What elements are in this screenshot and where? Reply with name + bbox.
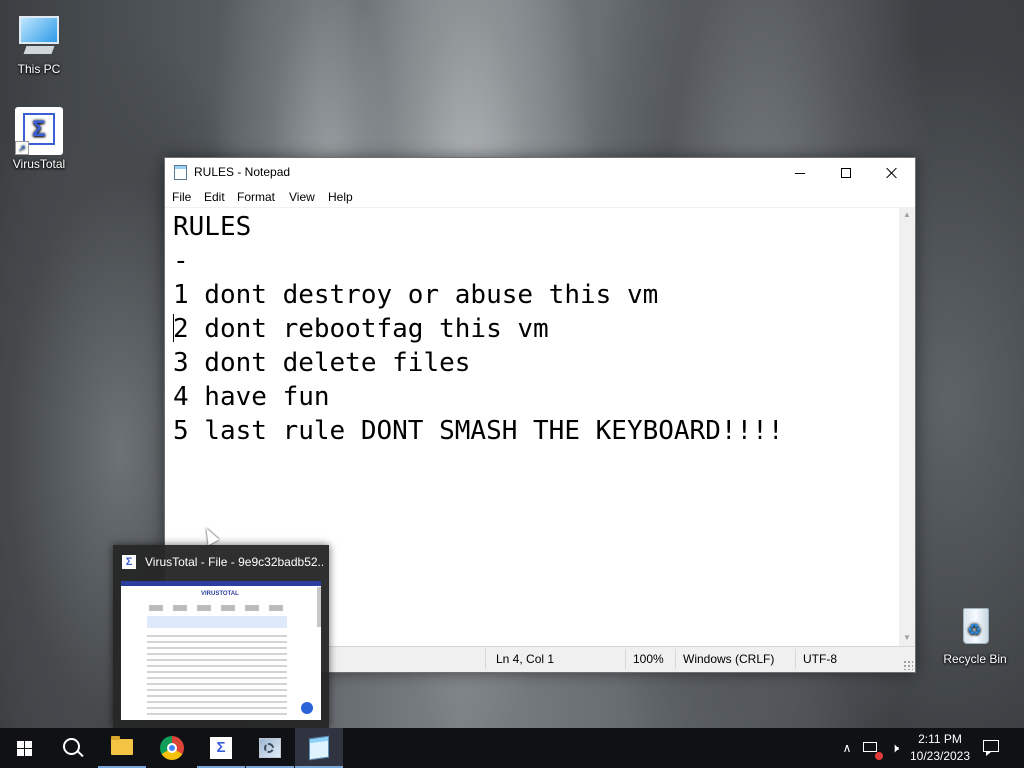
desktop-icon-label: VirusTotal xyxy=(12,157,66,171)
action-center-button[interactable] xyxy=(980,740,1004,756)
taskbar-chrome[interactable] xyxy=(148,728,196,768)
text-line: - xyxy=(173,246,189,276)
close-button[interactable] xyxy=(869,158,915,187)
chevron-up-icon: ∧ xyxy=(842,741,852,755)
notepad-icon xyxy=(309,735,329,761)
search-icon xyxy=(63,738,80,755)
close-icon xyxy=(886,167,898,179)
maximize-button[interactable] xyxy=(823,158,869,187)
vertical-scrollbar[interactable]: ▲ ▼ xyxy=(899,207,915,646)
text-line: 3 dont delete files xyxy=(173,348,471,378)
clock-time: 2:11 PM xyxy=(918,732,962,746)
menu-view[interactable]: View xyxy=(289,190,315,204)
virustotal-icon: Σ ↗ xyxy=(15,107,63,155)
menu-edit[interactable]: Edit xyxy=(204,190,225,204)
windows-logo-icon xyxy=(17,741,32,756)
title-bar[interactable]: RULES - Notepad xyxy=(165,158,915,187)
virustotal-icon: Σ xyxy=(210,737,232,759)
menu-help[interactable]: Help xyxy=(328,190,353,204)
thumbnail-title: VirusTotal - File - 9e9c32badb52... xyxy=(145,555,323,569)
text-caret xyxy=(173,314,174,342)
taskbar-notepad[interactable] xyxy=(295,728,343,768)
thumbnail-page-preview[interactable]: VIRUSTOTAL xyxy=(121,581,321,720)
taskbar-installer[interactable] xyxy=(246,728,294,768)
window-title: RULES - Notepad xyxy=(194,165,291,179)
network-error-icon xyxy=(875,752,883,760)
show-hidden-icons-button[interactable]: ∧ xyxy=(838,728,856,768)
text-line: RULES xyxy=(173,212,252,242)
installer-icon xyxy=(259,738,281,758)
status-line-ending: Windows (CRLF) xyxy=(683,652,775,666)
clock-date: 10/23/2023 xyxy=(909,749,971,763)
network-status-button[interactable] xyxy=(861,740,883,760)
clock[interactable]: 2:11 PM 10/23/2023 xyxy=(906,728,974,768)
text-line: 4 have fun xyxy=(173,382,330,412)
text-line: 1 dont destroy or abuse this vm xyxy=(173,280,659,310)
maximize-icon xyxy=(841,168,851,179)
notification-icon xyxy=(983,740,999,756)
minimize-icon xyxy=(795,172,805,174)
start-button[interactable] xyxy=(0,728,48,768)
notepad-icon xyxy=(174,165,187,180)
taskbar-virustotal[interactable]: Σ xyxy=(197,728,245,768)
minimize-button[interactable] xyxy=(777,158,823,187)
search-button[interactable] xyxy=(48,728,96,768)
desktop-icon-this-pc[interactable]: This PC xyxy=(2,12,76,76)
menu-file[interactable]: File xyxy=(172,190,191,204)
virustotal-icon: Σ xyxy=(122,555,136,569)
shortcut-arrow-icon: ↗ xyxy=(15,141,29,155)
preview-logo: VIRUSTOTAL xyxy=(201,591,239,597)
desktop-icon-virustotal[interactable]: Σ ↗ VirusTotal xyxy=(2,107,76,171)
recycle-bin-icon: ♻ xyxy=(951,602,999,650)
taskbar-file-explorer[interactable] xyxy=(98,728,146,768)
resize-grip-icon[interactable] xyxy=(903,660,913,670)
desktop-icon-label: This PC xyxy=(17,62,61,76)
menu-bar: File Edit Format View Help xyxy=(165,187,915,207)
taskbar: Σ ∧ 🕨 2:11 PM 10/23/2023 xyxy=(0,728,1024,768)
status-encoding: UTF-8 xyxy=(803,652,837,666)
status-zoom: 100% xyxy=(633,652,664,666)
network-icon xyxy=(863,742,877,752)
desktop-icon-label: Recycle Bin xyxy=(943,652,1007,666)
speaker-muted-icon: 🕨 xyxy=(890,740,900,755)
status-cursor-position: Ln 4, Col 1 xyxy=(496,652,555,666)
volume-button[interactable]: 🕨 xyxy=(885,728,905,768)
chrome-icon xyxy=(160,736,184,760)
computer-icon xyxy=(15,12,63,60)
folder-icon xyxy=(111,736,133,755)
menu-format[interactable]: Format xyxy=(237,190,275,204)
taskbar-thumbnail-preview[interactable]: Σ VirusTotal - File - 9e9c32badb52... VI… xyxy=(113,545,329,728)
text-line: 2 dont rebootfag this vm xyxy=(173,314,549,344)
scroll-up-icon[interactable]: ▲ xyxy=(899,207,915,223)
scroll-down-icon[interactable]: ▼ xyxy=(899,630,915,646)
desktop-icon-recycle-bin[interactable]: ♻ Recycle Bin xyxy=(938,602,1012,666)
text-line: 5 last rule DONT SMASH THE KEYBOARD!!!! xyxy=(173,416,784,446)
